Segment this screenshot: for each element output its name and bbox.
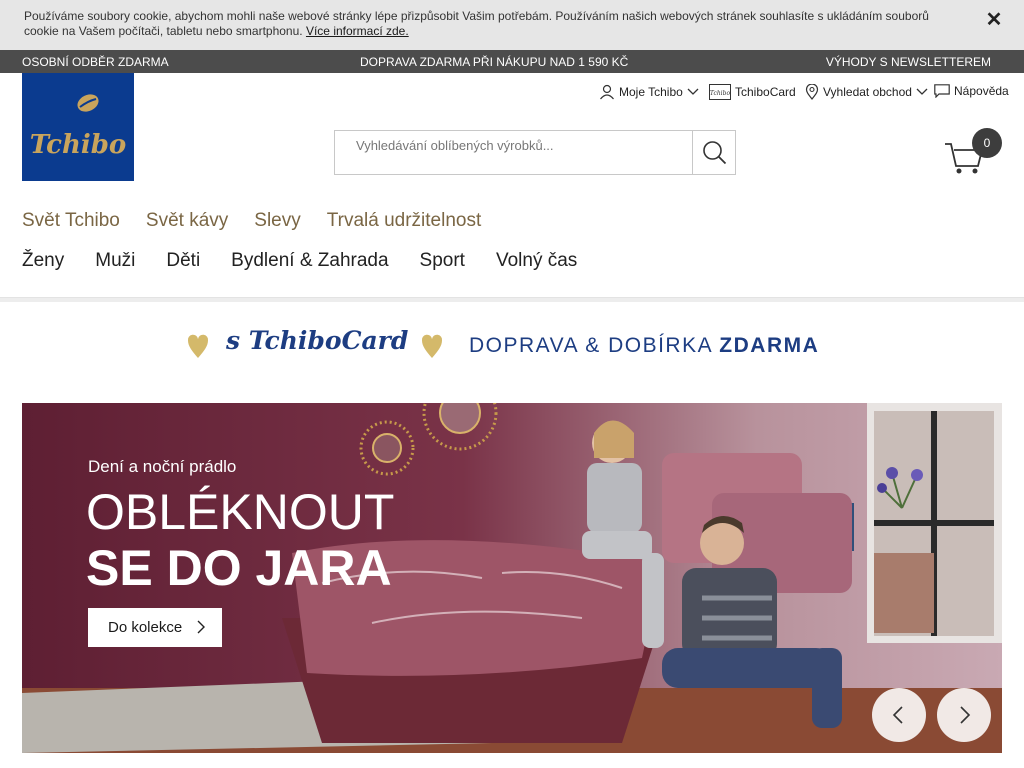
- search-icon: [703, 141, 727, 165]
- nav-zeny[interactable]: Ženy: [22, 250, 64, 272]
- info-newsletter[interactable]: VÝHODY S NEWSLETTEREM: [826, 55, 991, 69]
- category-nav: Ženy Muži Děti Bydlení & Zahrada Sport V…: [22, 250, 608, 272]
- hero-cta-label: Do kolekce: [108, 619, 183, 636]
- tchibo-logo-icon: Tchibo: [30, 94, 127, 160]
- chevron-down-icon: [687, 88, 699, 95]
- promo-shipping-text: DOPRAVA & DOBÍRKA ZDARMA: [469, 334, 819, 358]
- heart-icon: [187, 334, 209, 358]
- cookie-text: Používáme soubory cookie, abychom mohli …: [24, 9, 964, 39]
- nav-slevy[interactable]: Slevy: [254, 210, 300, 232]
- cookie-bar: Používáme soubory cookie, abychom mohli …: [0, 0, 1024, 50]
- tchibocard-link[interactable]: Tchibo TchiboCard: [709, 84, 796, 100]
- cookie-message: Používáme soubory cookie, abychom mohli …: [24, 9, 929, 38]
- chevron-right-icon: [196, 608, 206, 649]
- hero-banner[interactable]: Dení a noční prádlo OBLÉKNOUT SE DO JARA…: [22, 403, 1002, 753]
- hero-cta-button[interactable]: Do kolekce: [88, 608, 222, 647]
- nav-svet-tchibo[interactable]: Svět Tchibo: [22, 210, 120, 232]
- cart-count-badge: 0: [972, 128, 1002, 158]
- nav-muzi[interactable]: Muži: [95, 250, 135, 272]
- cookie-close-icon[interactable]: ✕: [984, 10, 1004, 30]
- help-link[interactable]: Nápověda: [934, 84, 1009, 98]
- cookie-more-info-link[interactable]: Více informací zde.: [306, 24, 409, 38]
- nav-svet-kavy[interactable]: Svět kávy: [146, 210, 228, 232]
- my-tchibo-link[interactable]: Moje Tchibo: [599, 84, 699, 100]
- info-strip: OSOBNÍ ODBĚR ZDARMA DOPRAVA ZDARMA PŘI N…: [0, 50, 1024, 73]
- primary-nav: Svět Tchibo Svět kávy Slevy Trvalá udrži…: [22, 210, 507, 232]
- chevron-down-icon: [916, 88, 928, 95]
- carousel-prev-button[interactable]: [872, 688, 926, 742]
- cart-button[interactable]: 0: [944, 128, 1004, 178]
- nav-deti[interactable]: Děti: [166, 250, 200, 272]
- logo-wordmark: Tchibo: [30, 130, 127, 160]
- chat-icon: [934, 84, 950, 98]
- chevron-left-icon: [892, 706, 903, 724]
- hero-kicker: Dení a noční prádlo: [88, 457, 237, 476]
- find-store-label: Vyhledat obchod: [823, 85, 912, 99]
- nav-sport[interactable]: Sport: [420, 250, 465, 272]
- search-button[interactable]: [692, 131, 735, 174]
- promo-banner[interactable]: s TchiboCard DOPRAVA & DOBÍRKA ZDARMA: [0, 325, 1024, 365]
- search-box: [334, 130, 736, 175]
- tchibo-logo[interactable]: Tchibo: [22, 73, 134, 181]
- tchibocard-label: TchiboCard: [735, 85, 796, 99]
- map-pin-icon: [805, 84, 819, 100]
- promo-tchibocard-text: s TchiboCard: [226, 326, 409, 355]
- hero-title-line1: OBLÉKNOUT: [86, 484, 395, 540]
- nav-sustainability[interactable]: Trvalá udržitelnost: [327, 210, 482, 232]
- card-icon: Tchibo: [709, 84, 731, 100]
- carousel-next-button[interactable]: [937, 688, 991, 742]
- user-icon: [600, 84, 614, 100]
- promo-shipping-regular: DOPRAVA & DOBÍRKA: [469, 334, 720, 357]
- chevron-right-icon: [960, 706, 971, 724]
- svg-text:Tchibo: Tchibo: [710, 90, 731, 97]
- my-tchibo-label: Moje Tchibo: [619, 85, 683, 99]
- promo-shipping-bold: ZDARMA: [719, 334, 820, 357]
- hero-title-line2: SE DO JARA: [86, 540, 392, 596]
- search-input[interactable]: [335, 131, 692, 174]
- nav-bydleni-zahrada[interactable]: Bydlení & Zahrada: [231, 250, 388, 272]
- nav-volny-cas[interactable]: Volný čas: [496, 250, 577, 272]
- info-free-shipping[interactable]: DOPRAVA ZDARMA PŘI NÁKUPU NAD 1 590 KČ: [360, 55, 628, 69]
- heart-icon: [421, 334, 443, 358]
- find-store-link[interactable]: Vyhledat obchod: [805, 84, 928, 100]
- header-divider: [0, 297, 1024, 302]
- info-personal-pickup[interactable]: OSOBNÍ ODBĚR ZDARMA: [22, 55, 169, 69]
- help-label: Nápověda: [954, 84, 1009, 98]
